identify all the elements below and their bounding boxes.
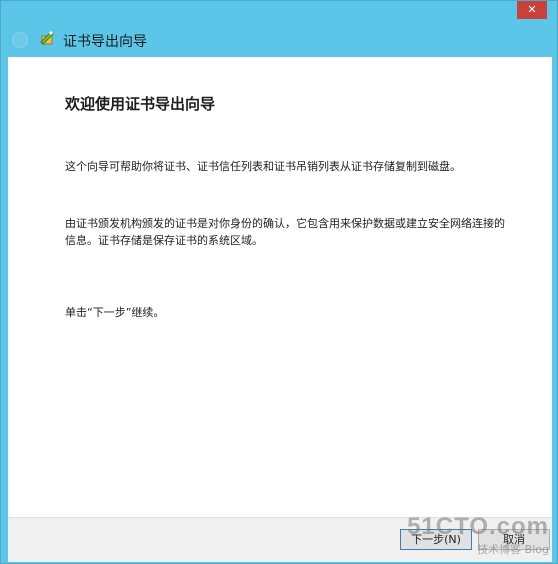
back-button[interactable] xyxy=(12,32,28,48)
next-button[interactable]: 下一步(N) xyxy=(400,529,472,550)
page-heading: 欢迎使用证书导出向导 xyxy=(65,95,216,113)
close-icon: ✕ xyxy=(527,3,537,16)
intro-paragraph: 这个向导可帮助你将证书、证书信任列表和证书吊销列表从证书存储复制到磁盘。 xyxy=(65,160,461,173)
close-button[interactable]: ✕ xyxy=(517,1,547,19)
wizard-content: 欢迎使用证书导出向导 这个向导可帮助你将证书、证书信任列表和证书吊销列表从证书存… xyxy=(8,57,552,517)
wizard-window: ✕ 证书导出向导 欢迎使用证书导出向导 这个向导可帮助你将证书、证书信任列表和证… xyxy=(0,0,558,564)
title-bar: 证书导出向导 xyxy=(1,21,557,57)
description-paragraph: 由证书颁发机构颁发的证书是对你身份的确认，它包含用来保护数据或建立安全网络连接的… xyxy=(65,217,505,247)
continue-instruction: 单击“下一步”继续。 xyxy=(65,306,165,319)
window-title: 证书导出向导 xyxy=(63,34,147,50)
button-bar: 下一步(N) 取消 xyxy=(8,517,552,562)
cancel-button[interactable]: 取消 xyxy=(478,529,550,550)
certificate-wizard-icon xyxy=(39,30,55,46)
